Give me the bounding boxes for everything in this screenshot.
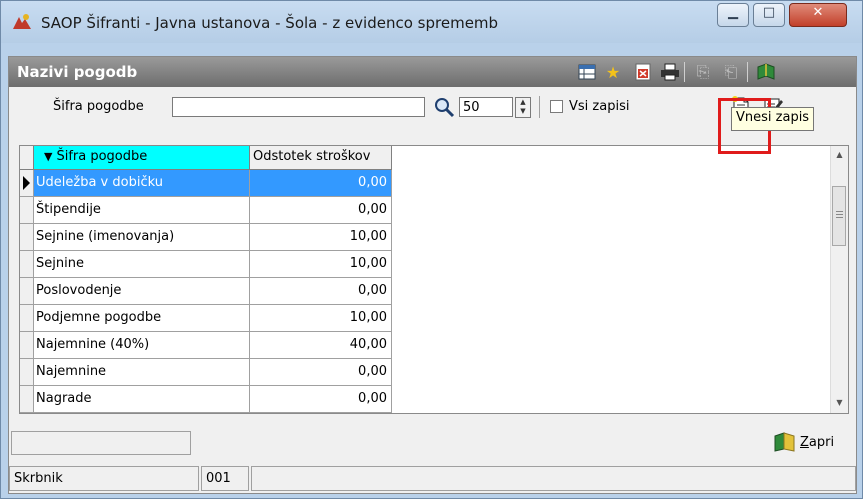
cell-percent[interactable]: 0,00 [250,278,392,305]
copy-disabled-icon[interactable]: ⎘ [692,61,714,83]
record-count-spinner[interactable]: ▲ ▼ [515,97,531,118]
status-code: 001 [201,466,249,491]
toolbar-divider [684,62,685,82]
close-accel-key: Z [800,434,809,450]
cell-percent[interactable]: 10,00 [250,224,392,251]
app-window: SAOP Šifranti - Javna ustanova - Šola - … [0,0,863,499]
scroll-down-icon[interactable]: ▼ [831,398,848,407]
book-exit-icon[interactable] [755,61,777,83]
column-header-sifra[interactable]: ▼ Šifra pogodbe [34,146,250,170]
table-row[interactable]: Podjemne pogodbe 10,00 [20,305,392,332]
row-indicator [20,251,34,278]
row-indicator [20,359,34,386]
status-user: Skrbnik [9,466,199,491]
close-form-button[interactable]: Zapri [774,429,834,455]
row-indicator [20,305,34,332]
all-records-label: Vsi zapisi [569,99,630,114]
title-bar[interactable]: SAOP Šifranti - Javna ustanova - Šola - … [1,1,862,43]
bottom-bar: Zapri [9,419,856,459]
table-row[interactable]: Najemnine 0,00 [20,359,392,386]
printer-icon[interactable] [659,61,681,83]
cell-percent[interactable]: 0,00 [250,197,392,224]
column-header-odstotek[interactable]: Odstotek stroškov [250,146,392,170]
search-input[interactable] [172,97,425,117]
cell-name[interactable]: Najemnine [34,359,250,386]
header-indicator-cell [20,146,34,170]
minimize-button[interactable]: ▁ [717,3,749,27]
grid-settings-icon[interactable] [576,61,598,83]
cell-percent[interactable]: 0,00 [250,386,392,413]
close-label-rest: apri [808,434,835,450]
cell-name[interactable]: Udeležba v dobičku [34,170,250,197]
row-indicator [20,224,34,251]
record-count-field[interactable] [459,97,513,117]
column-header-label: Šifra pogodbe [56,149,148,164]
spin-up-icon[interactable]: ▲ [516,98,530,107]
search-icon[interactable] [433,96,455,118]
cell-name[interactable]: Najemnine (40%) [34,332,250,359]
app-logo-icon [13,14,31,29]
status-extra [251,466,856,491]
table-row[interactable]: Nagrade 0,00 [20,386,392,413]
favorite-star-icon[interactable]: ★ [602,61,624,83]
table-row[interactable]: Sejnine 10,00 [20,251,392,278]
maximize-button[interactable]: □ [753,3,785,27]
spin-down-icon[interactable]: ▼ [516,107,530,116]
cell-percent[interactable]: 10,00 [250,251,392,278]
paste-disabled-icon[interactable]: ⎗ [720,61,742,83]
row-indicator [20,386,34,413]
cell-name[interactable]: Nagrade [34,386,250,413]
table-row[interactable]: Sejnine (imenovanja) 10,00 [20,224,392,251]
row-indicator [20,278,34,305]
divider [539,96,540,118]
cell-percent[interactable]: 0,00 [250,359,392,386]
cell-percent[interactable]: 10,00 [250,305,392,332]
scrollbar-thumb[interactable] [832,186,846,246]
current-row-indicator [20,170,34,197]
search-label: Šifra pogodbe [53,99,144,114]
cell-name[interactable]: Podjemne pogodbe [34,305,250,332]
cell-name[interactable]: Sejnine (imenovanja) [34,224,250,251]
scroll-up-icon[interactable]: ▲ [831,150,848,159]
close-window-button[interactable]: ✕ [789,3,847,27]
new-record-tooltip: Vnesi zapis [731,107,815,131]
maximize-icon: □ [762,5,776,20]
panel-title: Nazivi pogodb [17,63,138,81]
row-indicator [20,332,34,359]
excel-export-icon[interactable] [632,61,654,83]
table-row[interactable]: Udeležba v dobičku 0,00 [20,170,392,197]
cell-percent[interactable]: 0,00 [250,170,392,197]
row-indicator [20,197,34,224]
toolbar-divider [747,62,748,82]
column-header-label: Odstotek stroškov [253,149,371,164]
cell-name[interactable]: Poslovodenje [34,278,250,305]
table-row[interactable]: Štipendije 0,00 [20,197,392,224]
all-records-checkbox[interactable] [550,100,563,113]
data-table: ▼ Šifra pogodbe Odstotek stroškov Udeležb… [19,145,849,414]
cell-percent[interactable]: 40,00 [250,332,392,359]
vertical-scrollbar[interactable]: ▲ ▼ [830,146,848,413]
close-icon: ✕ [812,5,824,20]
table-row[interactable]: Poslovodenje 0,00 [20,278,392,305]
book-close-icon [774,432,795,452]
row-pointer-icon [23,176,30,190]
table-row[interactable]: Najemnine (40%) 40,00 [20,332,392,359]
window-title: SAOP Šifranti - Javna ustanova - Šola - … [41,14,499,32]
minimize-icon: ▁ [728,5,738,20]
status-bar: Skrbnik 001 [9,466,856,493]
close-form-label: Zapri [800,435,834,450]
panel-header: Nazivi pogodb ★ ⎘ ⎗ [9,57,856,87]
cell-name[interactable]: Štipendije [34,197,250,224]
info-field [11,431,191,455]
cell-name[interactable]: Sejnine [34,251,250,278]
sort-desc-icon: ▼ [44,150,53,163]
